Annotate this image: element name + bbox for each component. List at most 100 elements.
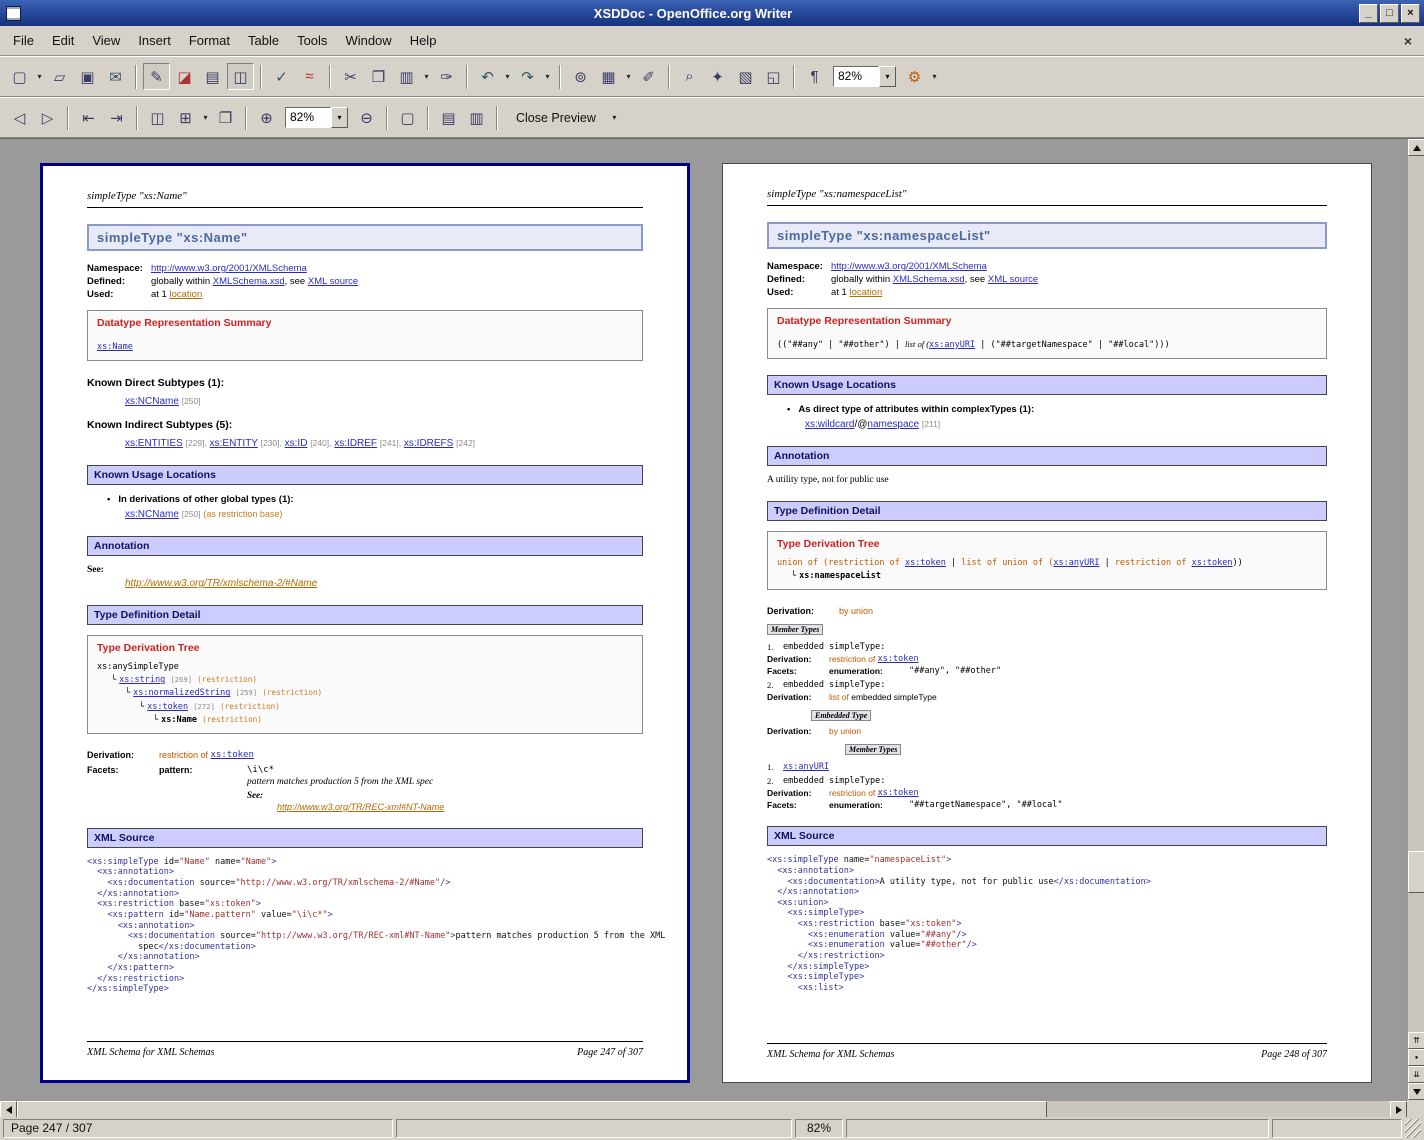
close-preview-button[interactable]: Close Preview	[504, 107, 608, 129]
scroll-up-button[interactable]	[1408, 139, 1424, 156]
doc-link[interactable]: xs:IDREFS	[404, 438, 453, 449]
redo-button[interactable]: ↷	[514, 63, 541, 90]
status-insert-mode[interactable]	[846, 1119, 1269, 1138]
undo-button[interactable]: ↶	[474, 63, 501, 90]
navigation-button[interactable]: ●	[1408, 1049, 1424, 1066]
cut-button[interactable]: ✂	[337, 63, 364, 90]
menu-window[interactable]: Window	[336, 28, 400, 53]
vertical-scrollbar[interactable]: ⇈ ● ⇊	[1407, 139, 1424, 1100]
doc-link[interactable]: xs:NCName	[125, 396, 179, 407]
multiple-pages-button[interactable]: ⊞	[172, 104, 199, 131]
summary-type-link[interactable]: xs:Name	[97, 342, 133, 352]
close-document-button[interactable]: ×	[1396, 31, 1420, 51]
menu-view[interactable]: View	[83, 28, 129, 53]
doc-link[interactable]: xs:ENTITY	[210, 438, 258, 449]
status-zoom[interactable]: 82%	[795, 1119, 843, 1138]
resize-grip[interactable]	[1405, 1119, 1421, 1138]
status-page-info[interactable]: Page 247 / 307	[3, 1119, 393, 1138]
help-agent-button[interactable]: ⚙	[901, 63, 928, 90]
preview-toolbar-overflow-button[interactable]: ▾	[609, 104, 620, 131]
close-button[interactable]: ×	[1401, 4, 1420, 23]
doc-link[interactable]: xs:token	[878, 654, 919, 664]
xml-source-link[interactable]: XML source	[308, 276, 358, 287]
doc-link[interactable]: xs:ENTITIES	[125, 438, 183, 449]
menu-insert[interactable]: Insert	[129, 28, 180, 53]
scroll-left-button[interactable]	[0, 1101, 17, 1118]
insert-table-dropdown[interactable]: ▾	[623, 63, 634, 90]
external-link[interactable]: http://www.w3.org/TR/xmlschema-2/#Name	[125, 578, 317, 589]
doc-link[interactable]: xs:ID	[285, 438, 308, 449]
menu-file[interactable]: File	[4, 28, 43, 53]
location-link[interactable]: location	[850, 287, 883, 298]
external-link[interactable]: http://www.w3.org/TR/REC-xml#NT-Name	[277, 802, 444, 812]
zoom-in-button[interactable]: ⊕	[253, 104, 280, 131]
navigator-button[interactable]: ✦	[704, 63, 731, 90]
undo-dropdown[interactable]: ▾	[502, 63, 513, 90]
print-page-view-button[interactable]: ▤	[435, 104, 462, 131]
doc-link[interactable]: xs:anyURI	[929, 340, 975, 350]
namespace-link[interactable]: http://www.w3.org/2001/XMLSchema	[151, 263, 307, 274]
new-document-button[interactable]: ▢	[6, 63, 33, 90]
menu-format[interactable]: Format	[180, 28, 239, 53]
previous-page-button[interactable]: ◁	[6, 104, 33, 131]
doc-link[interactable]: xs:anyURI	[1053, 558, 1099, 568]
new-document-dropdown[interactable]: ▾	[34, 63, 45, 90]
status-page-style[interactable]	[396, 1119, 792, 1138]
zoom-dropdown-button[interactable]: ▾	[879, 66, 896, 87]
titlebar[interactable]: XSDDoc - OpenOffice.org Writer _ □ ×	[0, 0, 1424, 26]
doc-link[interactable]: namespace	[867, 419, 919, 430]
page-preview-button[interactable]: ◫	[227, 63, 254, 90]
preview-page-247[interactable]: simpleType "xs:Name" simpleType "xs:Name…	[40, 163, 690, 1083]
send-mail-button[interactable]: ✉	[102, 63, 129, 90]
schema-file-link[interactable]: XMLSchema.xsd	[213, 276, 285, 287]
menu-edit[interactable]: Edit	[43, 28, 83, 53]
doc-link[interactable]: xs:token	[147, 702, 188, 712]
status-selection-mode[interactable]	[1272, 1119, 1402, 1138]
menu-help[interactable]: Help	[401, 28, 446, 53]
insert-table-button[interactable]: ▦	[595, 63, 622, 90]
book-preview-button[interactable]: ❐	[212, 104, 239, 131]
menu-table[interactable]: Table	[239, 28, 288, 53]
first-page-button[interactable]: ⇤	[75, 104, 102, 131]
full-screen-button[interactable]: ▢	[394, 104, 421, 131]
location-link[interactable]: location	[170, 289, 203, 300]
format-paintbrush-button[interactable]: ✑	[433, 63, 460, 90]
paste-dropdown[interactable]: ▾	[421, 63, 432, 90]
doc-link[interactable]: xs:IDREF	[334, 438, 377, 449]
open-button[interactable]: ▱	[46, 63, 73, 90]
toolbar-overflow-button[interactable]: ▾	[929, 63, 940, 90]
doc-link[interactable]: xs:normalizedString	[133, 688, 230, 698]
hyperlink-button[interactable]: ⊚	[567, 63, 594, 90]
scroll-right-button[interactable]	[1390, 1101, 1407, 1118]
find-replace-button[interactable]: ⌕	[676, 63, 703, 90]
autospellcheck-button[interactable]: ≈	[296, 63, 323, 90]
redo-dropdown[interactable]: ▾	[542, 63, 553, 90]
paste-button[interactable]: ▥	[393, 63, 420, 90]
edit-file-button[interactable]: ✎	[143, 63, 170, 90]
draw-functions-button[interactable]: ✐	[635, 63, 662, 90]
export-pdf-button[interactable]: ◪	[171, 63, 198, 90]
menu-tools[interactable]: Tools	[288, 28, 336, 53]
doc-link[interactable]: xs:NCName	[125, 509, 179, 520]
copy-button[interactable]: ❐	[365, 63, 392, 90]
next-page-button[interactable]: ▷	[34, 104, 61, 131]
two-pages-button[interactable]: ◫	[144, 104, 171, 131]
last-page-button[interactable]: ⇥	[103, 104, 130, 131]
doc-link[interactable]: xs:token	[211, 750, 254, 760]
spellcheck-button[interactable]: ✓	[268, 63, 295, 90]
data-sources-button[interactable]: ◱	[760, 63, 787, 90]
doc-link[interactable]: xs:token	[905, 558, 946, 568]
next-page-scroll-button[interactable]: ⇊	[1408, 1066, 1424, 1083]
doc-link[interactable]: xs:string	[119, 675, 165, 685]
vertical-scrollbar-thumb[interactable]	[1408, 851, 1424, 893]
namespace-link[interactable]: http://www.w3.org/2001/XMLSchema	[831, 261, 987, 272]
xml-source-link[interactable]: XML source	[988, 274, 1038, 285]
minimize-button[interactable]: _	[1359, 4, 1378, 23]
zoom-out-button[interactable]: ⊖	[353, 104, 380, 131]
doc-link[interactable]: xs:token	[878, 788, 919, 798]
horizontal-scrollbar-thumb[interactable]	[17, 1101, 1047, 1118]
doc-link[interactable]: xs:token	[1192, 558, 1233, 568]
horizontal-scrollbar[interactable]	[0, 1100, 1407, 1117]
maximize-button[interactable]: □	[1380, 4, 1399, 23]
previous-page-scroll-button[interactable]: ⇈	[1408, 1032, 1424, 1049]
